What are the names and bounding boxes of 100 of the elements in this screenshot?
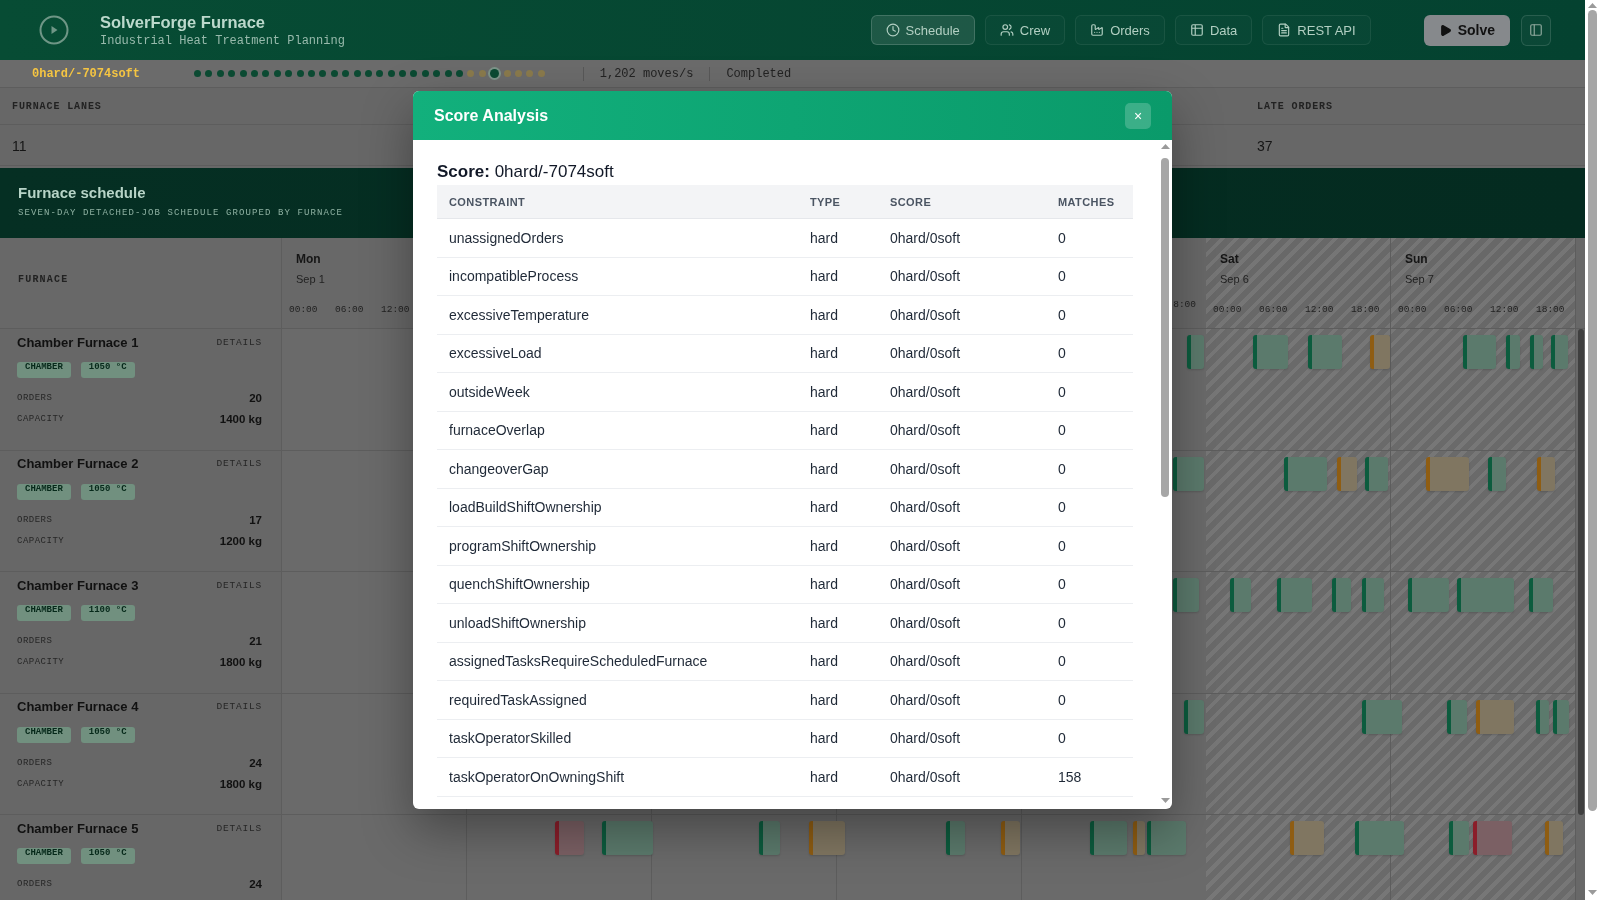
nav-tab[interactable]: Schedule	[870, 15, 975, 45]
furnace-name: Chamber Furnace 2	[17, 456, 139, 471]
job-block	[1365, 456, 1388, 491]
furnace-name: Chamber Furnace 1	[17, 334, 139, 350]
document-icon	[1277, 23, 1292, 37]
scrollbar-thumb[interactable]	[1161, 158, 1169, 497]
job-block	[1447, 699, 1467, 734]
job-block	[1463, 335, 1496, 369]
banner-title: Furnace schedule	[18, 183, 146, 203]
table-cell: 0	[1058, 383, 1066, 400]
table-cell: 0hard/0soft	[890, 537, 961, 554]
details-link[interactable]: DETAILS	[216, 701, 262, 712]
furnace-tag: CHAMBER	[17, 848, 71, 864]
table-cell: programShiftOwnership	[449, 537, 597, 554]
column-header: MATCHES	[1058, 195, 1115, 208]
table-cell: taskOperatorSkilled	[449, 730, 572, 747]
table-cell: 0	[1058, 499, 1066, 516]
solve-button[interactable]: Solve	[1423, 14, 1510, 46]
nav-tab[interactable]: Orders	[1075, 15, 1165, 45]
table-cell: 0hard/0soft	[890, 499, 961, 516]
table-cell: hard	[810, 229, 839, 246]
job-block	[1184, 699, 1204, 734]
time-tick: 06:00	[1444, 304, 1473, 315]
table-cell: loadBuildShiftOwnership	[449, 499, 602, 516]
logo-icon	[39, 15, 69, 45]
table-cell: 0hard/0soft	[890, 229, 961, 246]
score-summary: Score: 0hard/-7074soft	[437, 161, 614, 183]
panel-button[interactable]	[1521, 14, 1551, 46]
job-block	[1488, 456, 1506, 491]
scroll-down-icon[interactable]	[1588, 889, 1597, 895]
table-cell: 0	[1058, 614, 1066, 631]
table-cell: 0	[1058, 229, 1066, 246]
job-block	[1090, 821, 1127, 855]
nav-tab[interactable]: Crew	[984, 15, 1066, 45]
clock-icon	[885, 23, 900, 37]
job-block	[1537, 456, 1555, 491]
job-block	[946, 821, 965, 855]
details-link[interactable]: DETAILS	[216, 822, 262, 834]
table-cell: incompatibleProcess	[449, 268, 579, 285]
capacity-value: 1800 kg	[219, 656, 262, 668]
job-block	[1476, 699, 1514, 734]
factory-icon	[1090, 23, 1105, 37]
furnace-tag: CHAMBER	[17, 605, 71, 621]
table-cell: 0	[1058, 268, 1066, 285]
table-cell: taskOperatorOnOwningShift	[449, 768, 625, 785]
scrollbar-thumb[interactable]	[1578, 329, 1584, 815]
table-cell: hard	[810, 306, 839, 323]
job-block	[1408, 578, 1449, 612]
job-block	[1253, 335, 1288, 369]
stat-value: 11	[12, 137, 27, 154]
time-tick: 12:00	[1305, 304, 1334, 315]
time-tick: 06:00	[335, 304, 364, 315]
table-cell: 0hard/0soft	[890, 691, 961, 708]
details-link[interactable]: DETAILS	[216, 579, 262, 591]
job-block	[1173, 578, 1199, 612]
orders-value: 17	[249, 513, 262, 526]
scroll-up-icon[interactable]	[1588, 2, 1597, 8]
time-tick: 18:00	[1351, 304, 1380, 315]
table-cell: hard	[810, 460, 839, 477]
capacity-value: 1400 kg	[219, 413, 262, 425]
stat-value: 37	[1257, 137, 1273, 154]
table-cell: hard	[810, 383, 839, 400]
details-link[interactable]: DETAILS	[216, 336, 262, 348]
column-header: CONSTRAINT	[449, 195, 526, 208]
table-cell: hard	[810, 768, 839, 785]
table-cell: 0hard/0soft	[890, 576, 961, 593]
table-cell: hard	[810, 614, 839, 631]
capacity-value: 1800 kg	[219, 777, 262, 790]
orders-label: ORDERS	[17, 757, 53, 768]
column-header: SCORE	[890, 195, 932, 208]
job-block	[1187, 335, 1204, 369]
table-cell: 0	[1058, 691, 1066, 708]
capacity-label: CAPACITY	[17, 535, 65, 546]
nav-tab[interactable]: REST API	[1262, 15, 1371, 45]
capacity-label: CAPACITY	[17, 414, 65, 424]
orders-value: 20	[249, 392, 262, 404]
scroll-up-icon[interactable]	[1160, 143, 1170, 149]
orders-label: ORDERS	[17, 636, 53, 646]
nav-tab[interactable]: Data	[1174, 15, 1253, 45]
job-block	[1426, 456, 1469, 491]
job-block	[1284, 456, 1327, 491]
time-tick: 00:00	[1398, 304, 1427, 315]
job-block	[1506, 335, 1520, 369]
stat-label: LATE ORDERS	[1257, 100, 1333, 112]
orders-value: 24	[249, 878, 262, 890]
time-tick: 18:00	[1536, 304, 1565, 315]
table-cell: hard	[810, 537, 839, 554]
table-cell: quenchShiftOwnership	[449, 576, 590, 593]
table-cell: 0	[1058, 576, 1066, 593]
furnace-tag: 1100 °C	[80, 605, 135, 621]
banner-subtitle: SEVEN-DAY DETACHED-JOB SCHEDULE GROUPED BY FURNACE	[18, 207, 344, 220]
scroll-down-icon[interactable]	[1160, 797, 1170, 803]
job-block	[1530, 335, 1543, 369]
close-button[interactable]: ×	[1125, 102, 1151, 129]
capacity-label: CAPACITY	[17, 657, 65, 667]
scrollbar-thumb[interactable]	[1588, 10, 1597, 811]
furnace-name: Chamber Furnace 5	[17, 820, 139, 836]
details-link[interactable]: DETAILS	[216, 458, 262, 469]
table-cell: excessiveLoad	[449, 345, 542, 362]
table-cell: furnaceOverlap	[449, 422, 545, 439]
